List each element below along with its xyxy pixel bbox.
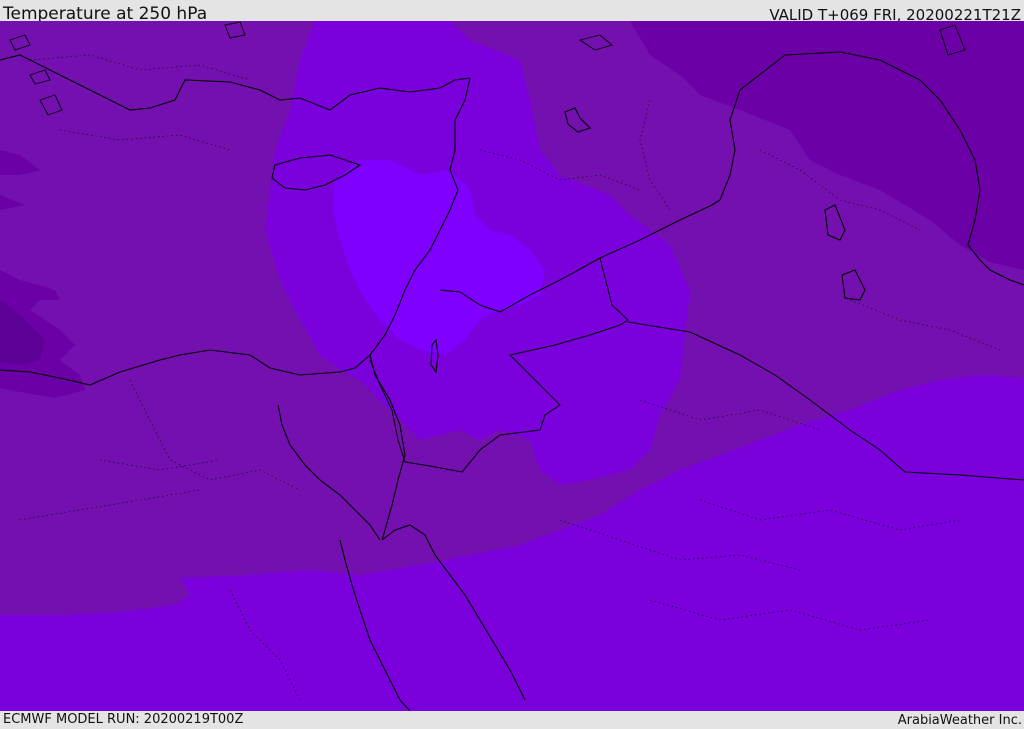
map-page: Temperature at 250 hPa VALID T+069 FRI, … bbox=[0, 0, 1024, 729]
map-canvas bbox=[0, 21, 1024, 711]
credit-label: ArabiaWeather Inc. bbox=[897, 713, 1022, 728]
temperature-map bbox=[0, 21, 1024, 711]
model-run-label: ECMWF MODEL RUN: 20200219T00Z bbox=[3, 712, 244, 727]
header-bar: Temperature at 250 hPa VALID T+069 FRI, … bbox=[0, 0, 1024, 24]
